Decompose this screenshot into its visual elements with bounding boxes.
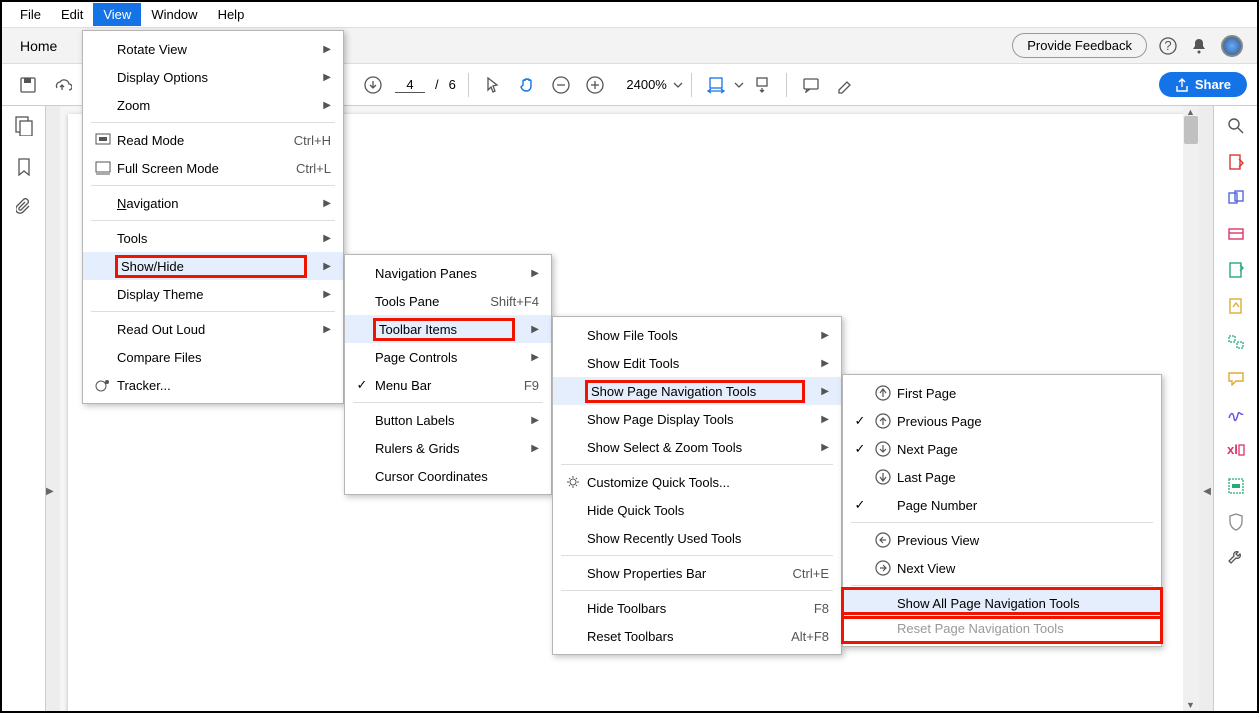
help-icon[interactable]: ? — [1159, 37, 1177, 55]
share-icon — [1175, 78, 1189, 92]
page-separator: / — [431, 77, 443, 92]
menu-show-recent-tools[interactable]: Show Recently Used Tools — [553, 524, 841, 552]
menu-show-select-zoom-tools[interactable]: Show Select & Zoom Tools▶ — [553, 433, 841, 461]
menu-button-labels[interactable]: Button Labels▶ — [345, 406, 551, 434]
menu-rulers-grids[interactable]: Rulers & Grids▶ — [345, 434, 551, 462]
fill-sign-icon[interactable] — [1226, 296, 1246, 316]
right-gutter[interactable]: ◀ — [1199, 106, 1213, 711]
menu-edit[interactable]: Edit — [51, 3, 93, 26]
menu-hide-toolbars[interactable]: Hide ToolbarsF8 — [553, 594, 841, 622]
menu-menu-bar[interactable]: ✓Menu BarF9 — [345, 371, 551, 399]
redact-icon[interactable] — [1226, 476, 1246, 496]
menu-display-options[interactable]: Display Options▶ — [83, 63, 343, 91]
search-tool-icon[interactable] — [1226, 116, 1246, 136]
menu-toolbar-items[interactable]: Toolbar Items▶ — [345, 315, 551, 343]
provide-feedback-button[interactable]: Provide Feedback — [1012, 33, 1147, 58]
menu-show-page-navigation-tools[interactable]: Show Page Navigation Tools▶ — [553, 377, 841, 405]
sign-icon[interactable] — [1226, 404, 1246, 424]
left-nav-rail — [2, 106, 46, 711]
share-button[interactable]: Share — [1159, 72, 1247, 97]
menu-view[interactable]: View — [93, 3, 141, 26]
menu-show-page-display-tools[interactable]: Show Page Display Tools▶ — [553, 405, 841, 433]
down-arrow-circle-icon[interactable] — [357, 69, 389, 101]
menu-tracker[interactable]: Tracker... — [83, 371, 343, 399]
menu-show-file-tools[interactable]: Show File Tools▶ — [553, 321, 841, 349]
create-pdf-icon[interactable] — [1226, 188, 1246, 208]
menu-help[interactable]: Help — [208, 3, 255, 26]
menu-previous-view[interactable]: Previous View — [843, 526, 1161, 554]
avatar[interactable] — [1221, 35, 1243, 57]
compress-icon[interactable]: xl — [1226, 440, 1246, 460]
menu-display-theme[interactable]: Display Theme▶ — [83, 280, 343, 308]
edit-pdf-icon[interactable] — [1226, 224, 1246, 244]
export-pdf-icon[interactable] — [1226, 152, 1246, 172]
menu-last-page[interactable]: Last Page — [843, 463, 1161, 491]
menu-tools-pane[interactable]: Tools PaneShift+F4 — [345, 287, 551, 315]
svg-text:xl: xl — [1227, 443, 1238, 457]
menu-navigation[interactable]: Navigation▶ — [83, 189, 343, 217]
home-tab[interactable]: Home — [2, 30, 75, 62]
menu-navigation-panes[interactable]: Navigation Panes▶ — [345, 259, 551, 287]
left-gutter[interactable]: ▶ — [46, 106, 60, 711]
menu-zoom[interactable]: Zoom▶ — [83, 91, 343, 119]
menu-show-edit-tools[interactable]: Show Edit Tools▶ — [553, 349, 841, 377]
save-icon[interactable] — [12, 69, 44, 101]
bookmark-panel-icon[interactable] — [17, 158, 31, 176]
menu-compare-files[interactable]: Compare Files — [83, 343, 343, 371]
organize-icon[interactable] — [1226, 332, 1246, 352]
zoom-out-icon[interactable] — [545, 69, 577, 101]
menu-window[interactable]: Window — [141, 3, 207, 26]
cloud-upload-icon[interactable] — [46, 69, 78, 101]
view-menu: Rotate View▶ Display Options▶ Zoom▶ Read… — [82, 30, 344, 404]
menu-full-screen[interactable]: Full Screen ModeCtrl+L — [83, 154, 343, 182]
menu-file[interactable]: File — [10, 3, 51, 26]
menu-reset-nav-tools[interactable]: Reset Page Navigation Tools — [843, 614, 1161, 642]
svg-text:?: ? — [1164, 38, 1171, 53]
menu-reset-toolbars[interactable]: Reset ToolbarsAlt+F8 — [553, 622, 841, 650]
right-tools-rail: xl — [1213, 106, 1257, 711]
menu-next-view[interactable]: Next View — [843, 554, 1161, 582]
scroll-mode-icon[interactable] — [746, 69, 778, 101]
vertical-scrollbar[interactable]: ▲▼ — [1183, 106, 1199, 711]
pages-panel-icon[interactable] — [15, 116, 33, 136]
menu-show-properties-bar[interactable]: Show Properties BarCtrl+E — [553, 559, 841, 587]
menu-tools[interactable]: Tools▶ — [83, 224, 343, 252]
request-sign-icon[interactable] — [1226, 260, 1246, 280]
zoom-in-icon[interactable] — [579, 69, 611, 101]
menu-page-controls[interactable]: Page Controls▶ — [345, 343, 551, 371]
show-hide-menu: Navigation Panes▶ Tools PaneShift+F4 Too… — [344, 254, 552, 495]
menu-show-all-nav-tools[interactable]: Show All Page Navigation Tools — [843, 589, 1161, 617]
menu-previous-page[interactable]: ✓Previous Page — [843, 407, 1161, 435]
menu-next-page[interactable]: ✓Next Page — [843, 435, 1161, 463]
menu-hide-quick-tools[interactable]: Hide Quick Tools — [553, 496, 841, 524]
menu-page-number[interactable]: ✓Page Number — [843, 491, 1161, 519]
toolbar-items-menu: Show File Tools▶ Show Edit Tools▶ Show P… — [552, 316, 842, 655]
menu-cursor-coordinates[interactable]: Cursor Coordinates — [345, 462, 551, 490]
chevron-down-icon[interactable] — [734, 80, 744, 90]
selection-cursor-icon[interactable] — [477, 69, 509, 101]
chevron-down-icon[interactable] — [673, 80, 683, 90]
menu-read-out-loud[interactable]: Read Out Loud▶ — [83, 315, 343, 343]
protect-icon[interactable] — [1226, 512, 1246, 532]
page-total: 6 — [445, 77, 460, 92]
menu-customize-quick-tools[interactable]: Customize Quick Tools... — [553, 468, 841, 496]
menu-read-mode[interactable]: Read ModeCtrl+H — [83, 126, 343, 154]
menu-show-hide[interactable]: Show/Hide▶ — [83, 252, 343, 280]
attachments-panel-icon[interactable] — [16, 198, 32, 216]
comment-icon[interactable] — [795, 69, 827, 101]
highlight-icon[interactable] — [829, 69, 861, 101]
page-navigation-tools-menu: First Page ✓Previous Page ✓Next Page Las… — [842, 374, 1162, 647]
hand-tool-icon[interactable] — [511, 69, 543, 101]
zoom-value[interactable] — [613, 77, 671, 92]
menubar: File Edit View Window Help — [2, 2, 1257, 28]
bell-icon[interactable] — [1191, 37, 1207, 55]
fit-width-icon[interactable] — [700, 69, 732, 101]
menu-first-page[interactable]: First Page — [843, 379, 1161, 407]
page-current-field[interactable] — [391, 77, 429, 93]
menu-rotate-view[interactable]: Rotate View▶ — [83, 35, 343, 63]
more-tools-icon[interactable] — [1226, 548, 1246, 568]
comment-tool-icon[interactable] — [1226, 368, 1246, 388]
